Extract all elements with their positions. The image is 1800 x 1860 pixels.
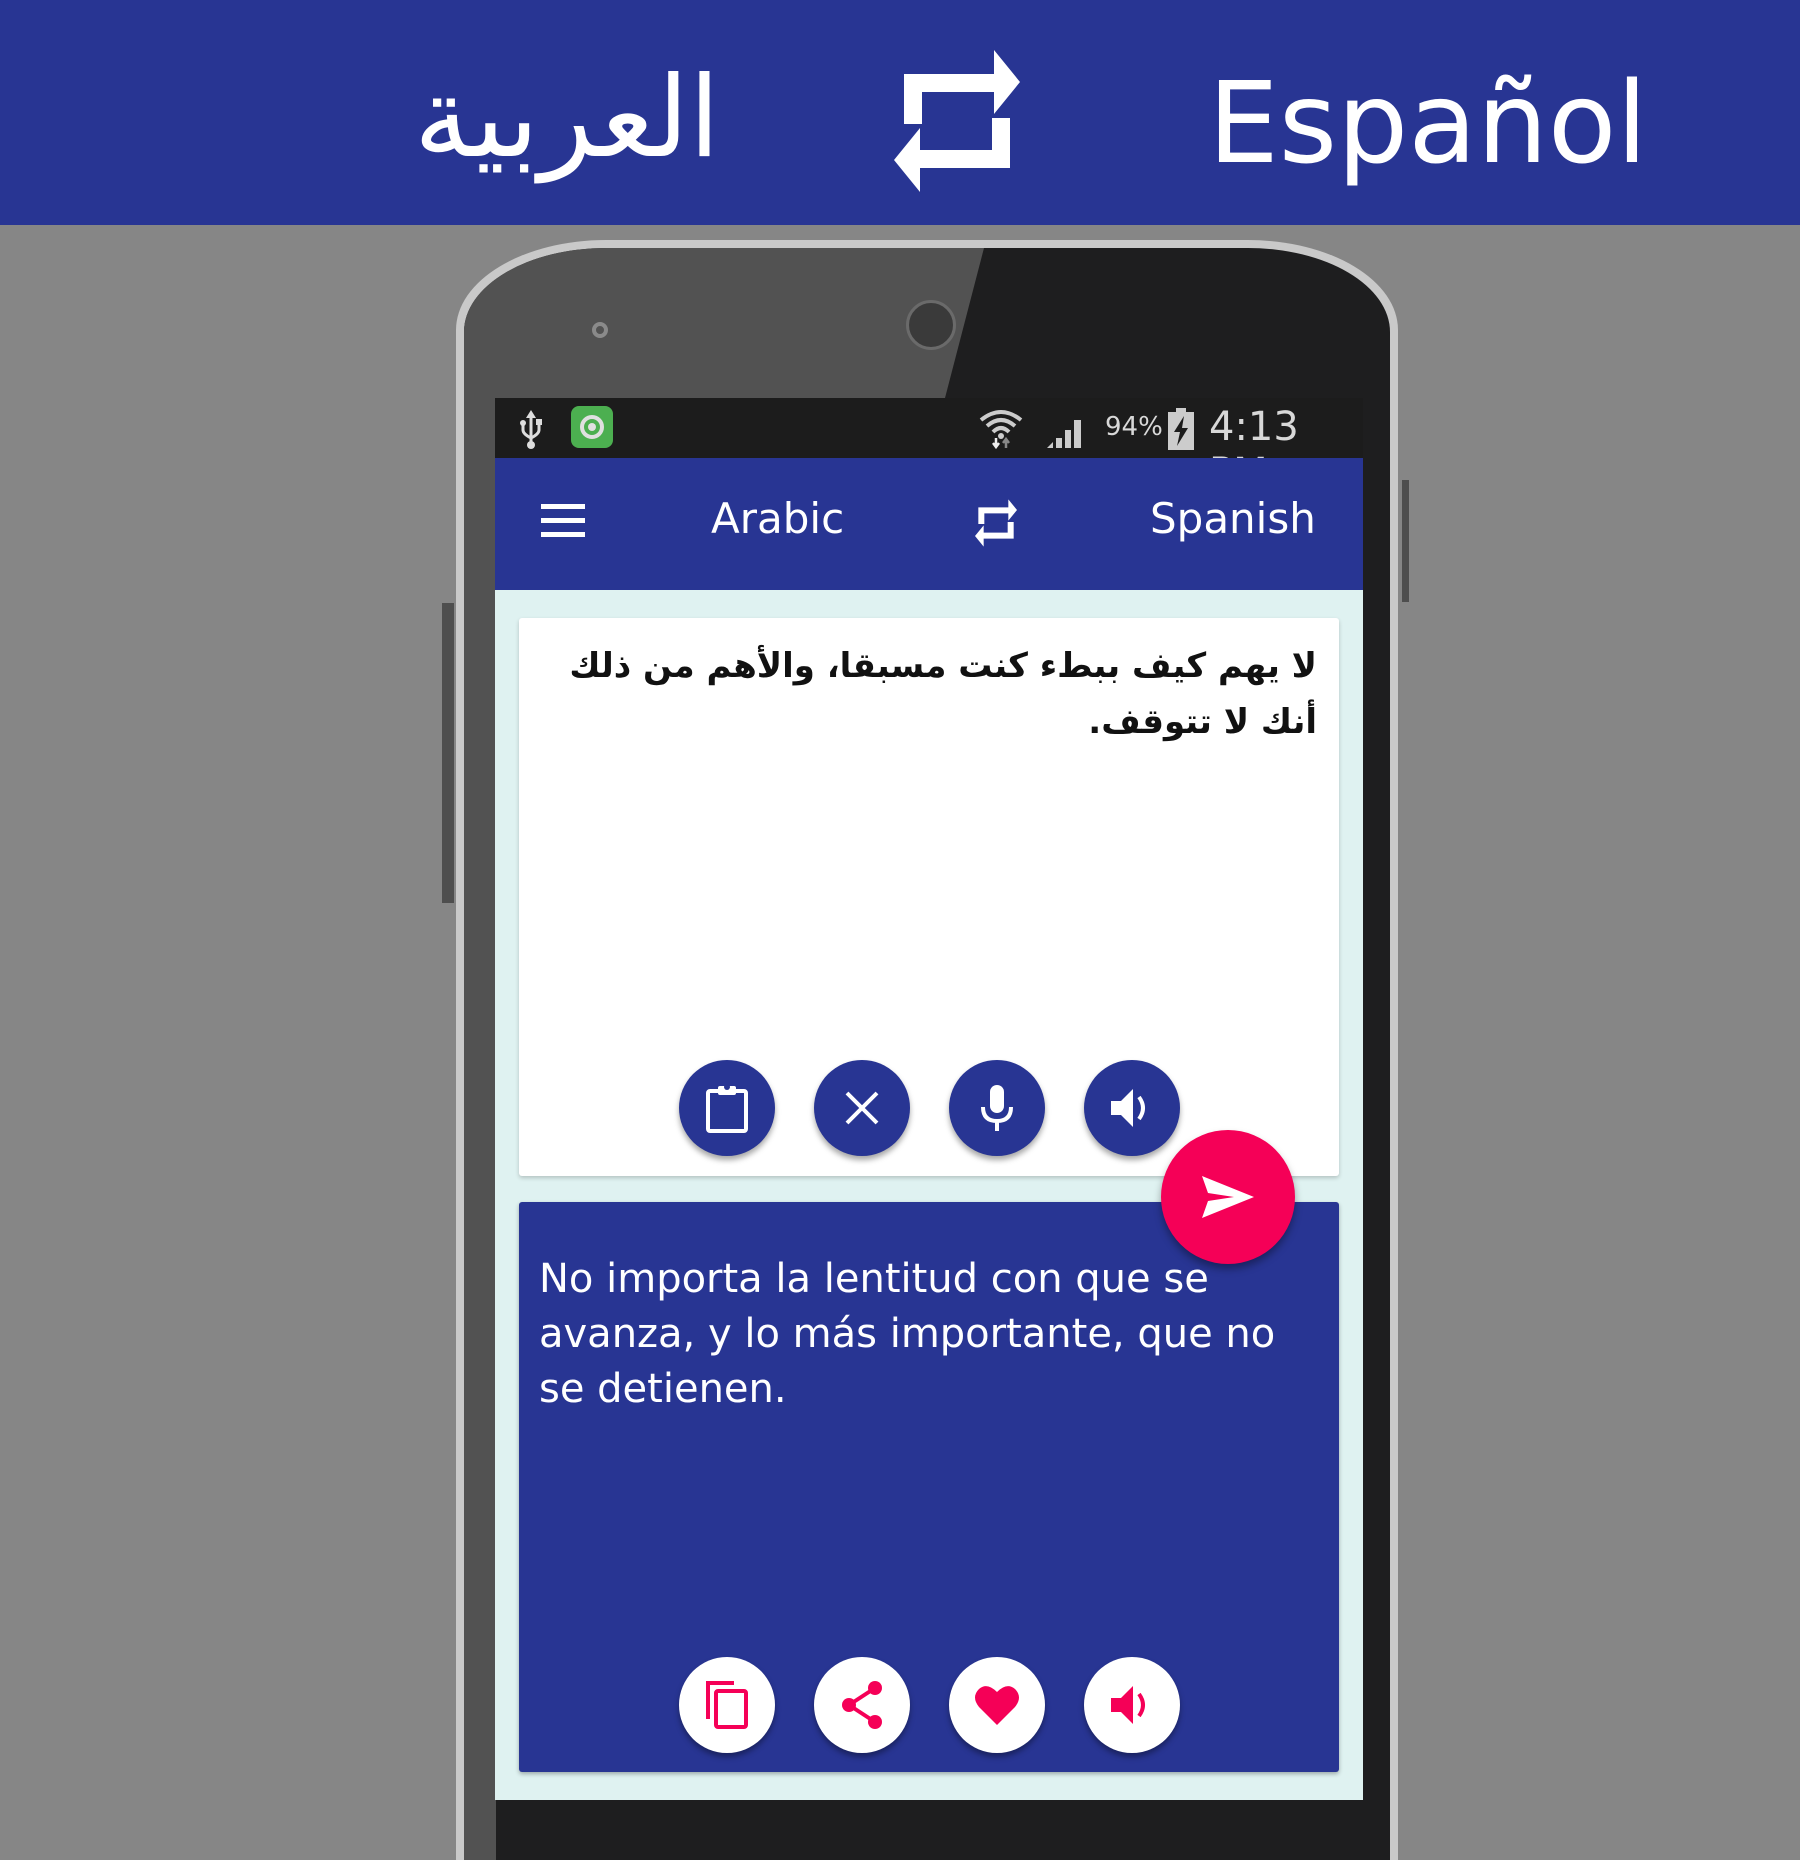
- status-bar: 94% 4:13 PM: [495, 398, 1363, 496]
- app-screen: 94% 4:13 PM Arabic Spanish لا يهم كيف بب…: [495, 398, 1363, 1800]
- paste-button[interactable]: [679, 1060, 775, 1156]
- app-notification-icon: [571, 406, 613, 448]
- wifi-icon: [979, 410, 1023, 450]
- swap-arrows-icon: [894, 50, 1020, 192]
- copy-button[interactable]: [679, 1657, 775, 1753]
- voice-input-button[interactable]: [949, 1060, 1045, 1156]
- microphone-icon: [981, 1085, 1013, 1131]
- speak-source-button[interactable]: [1084, 1060, 1180, 1156]
- target-language-selector[interactable]: Spanish: [1150, 494, 1316, 543]
- speaker-icon: [1111, 1686, 1145, 1724]
- share-icon: [842, 1681, 882, 1729]
- source-language-selector[interactable]: Arabic: [711, 494, 844, 543]
- translate-button[interactable]: [1161, 1130, 1295, 1264]
- phone-sensor: [592, 322, 608, 338]
- speaker-icon: [1111, 1089, 1145, 1127]
- clear-button[interactable]: [814, 1060, 910, 1156]
- app-toolbar: Arabic Spanish: [495, 458, 1363, 590]
- phone-volume-button: [442, 603, 454, 903]
- phone-camera: [906, 300, 956, 350]
- share-button[interactable]: [814, 1657, 910, 1753]
- swap-languages-button[interactable]: [973, 498, 1019, 548]
- battery-charging-icon: [1168, 408, 1194, 450]
- translated-text: No importa la lentitud con que se avanza…: [539, 1256, 1276, 1412]
- send-icon: [1202, 1176, 1254, 1218]
- output-card: No importa la lentitud con que se avanza…: [519, 1202, 1339, 1772]
- close-icon: [845, 1091, 879, 1125]
- usb-icon: [520, 410, 542, 449]
- source-text-input[interactable]: لا يهم كيف ببطء كنت مسبقا، والأهم من ذلك…: [537, 638, 1317, 750]
- hamburger-menu-icon[interactable]: [541, 504, 585, 538]
- battery-percent: 94%: [1105, 412, 1163, 442]
- signal-icon: [1047, 420, 1081, 448]
- input-card: لا يهم كيف ببطء كنت مسبقا، والأهم من ذلك…: [519, 618, 1339, 1176]
- copy-icon: [706, 1681, 748, 1729]
- phone-power-button: [1402, 480, 1409, 602]
- clipboard-icon: [706, 1084, 748, 1133]
- banner-source-language: العربية: [413, 53, 720, 183]
- heart-icon: [975, 1686, 1019, 1725]
- promo-banner: العربية Español: [0, 0, 1800, 225]
- banner-target-language: Español: [1208, 59, 1648, 189]
- favorite-button[interactable]: [949, 1657, 1045, 1753]
- speak-translation-button[interactable]: [1084, 1657, 1180, 1753]
